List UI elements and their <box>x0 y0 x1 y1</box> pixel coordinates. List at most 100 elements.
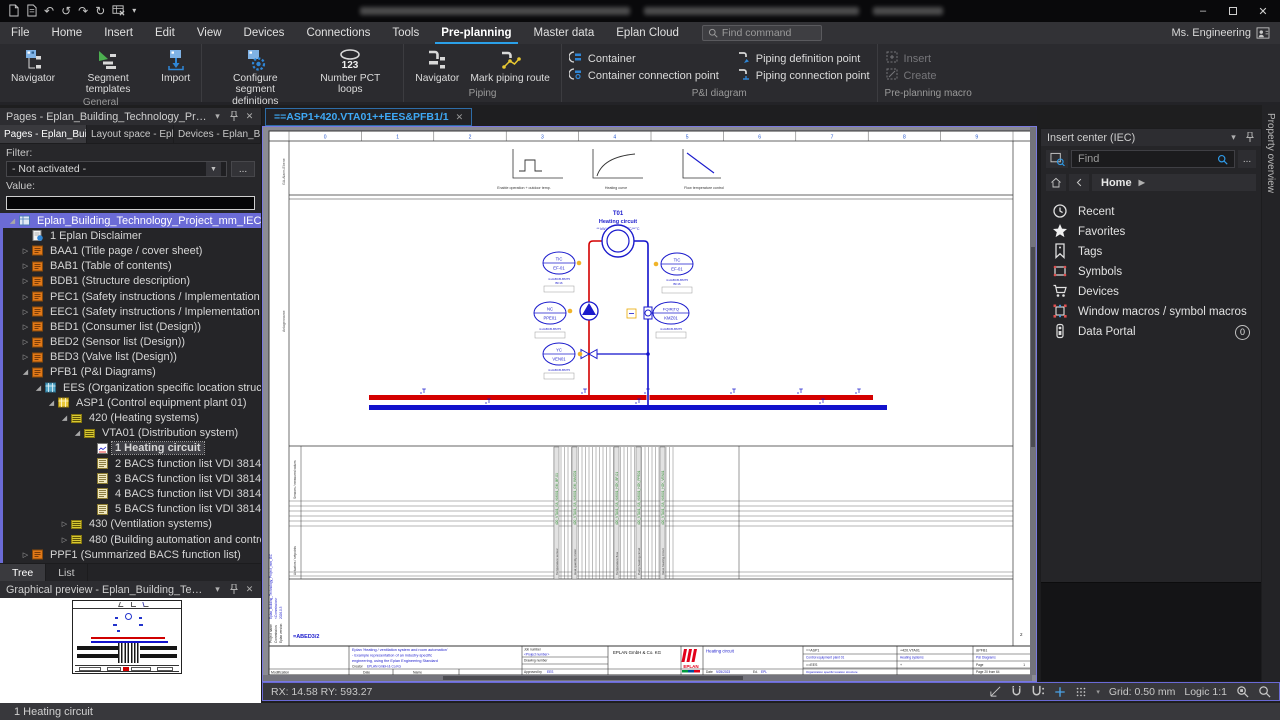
magnet-icon[interactable] <box>1011 685 1022 698</box>
expander-icon[interactable]: ◢ <box>33 384 44 392</box>
configure-segment-definitions-button[interactable]: Configure segment definitions <box>209 46 301 108</box>
grid-size[interactable]: Grid: 0.50 mm <box>1109 686 1176 698</box>
insert-center-find-input[interactable]: Find <box>1071 150 1235 168</box>
tree-item[interactable]: ◢420 (Heating systems) <box>3 410 261 425</box>
snap-icon[interactable] <box>989 685 1002 698</box>
logic-scale[interactable]: Logic 1:1 <box>1184 686 1227 698</box>
expander-icon[interactable]: ▷ <box>20 353 31 361</box>
filter-select[interactable]: - Not activated - ▼ <box>6 161 227 177</box>
tree-item[interactable]: 1 Heating circuit <box>3 441 261 456</box>
insert-center-item-window-macros[interactable]: Window macros / symbol macros <box>1041 302 1261 322</box>
insert-center-item-data-portal[interactable]: Data Portal0 <box>1041 322 1261 342</box>
redo-history-icon[interactable]: ↻ <box>95 5 105 17</box>
expander-icon[interactable]: ▷ <box>20 247 31 255</box>
ribbon-tab-view[interactable]: View <box>186 22 233 44</box>
view-tab-tree[interactable]: Tree <box>0 564 46 581</box>
insert-center-item-recent[interactable]: Recent <box>1041 202 1261 222</box>
graphical-preview[interactable] <box>0 598 261 703</box>
close-button[interactable]: ✕ <box>1248 1 1278 21</box>
tree-item[interactable]: ▷BED1 (Consumer list (Design)) <box>3 319 261 334</box>
piping-navigator-button[interactable]: Navigator <box>411 46 463 85</box>
user-account[interactable]: Ms. Engineering <box>1172 22 1271 44</box>
expander-icon[interactable]: ◢ <box>20 368 31 376</box>
insert-center-item-favorites[interactable]: Favorites <box>1041 222 1261 242</box>
tree-item[interactable]: ▷PPF1 (Summarized BACS function list) <box>3 547 261 562</box>
tree-item[interactable]: ◢ASP1 (Control equipment plant 01) <box>3 395 261 410</box>
ribbon-tab-master-data[interactable]: Master data <box>523 22 606 44</box>
pin-icon[interactable] <box>1244 132 1255 144</box>
minimize-button[interactable]: – <box>1188 1 1218 21</box>
ribbon-tab-insert[interactable]: Insert <box>93 22 144 44</box>
mark-piping-route-button[interactable]: Mark piping route <box>466 46 554 85</box>
close-icon[interactable]: ✕ <box>244 584 255 595</box>
insert-center-item-tags[interactable]: Tags <box>1041 242 1261 262</box>
expander-icon[interactable]: ▷ <box>20 338 31 346</box>
tree-item[interactable]: ▷EEC1 (Safety instructions / Implementat… <box>3 304 261 319</box>
filter-more-button[interactable]: ... <box>231 161 255 177</box>
tree-item[interactable]: ▷PEC1 (Safety instructions / Implementat… <box>3 289 261 304</box>
undo-history-icon[interactable]: ↺ <box>61 5 71 17</box>
insert-center-icon[interactable] <box>1046 150 1068 168</box>
expander-icon[interactable]: ▷ <box>59 520 70 528</box>
property-overview-tab[interactable]: Property overview <box>1265 113 1276 193</box>
piping-connection-point-button[interactable]: Piping connection point <box>737 67 870 84</box>
number-pct-loops-button[interactable]: 123Number PCT loops <box>304 46 396 108</box>
tree-item[interactable]: ▷BED3 (Valve list (Design)) <box>3 350 261 365</box>
object-snap-icon[interactable] <box>1031 685 1045 698</box>
expander-icon[interactable]: ▷ <box>20 551 31 559</box>
panel-menu-icon[interactable]: ▾ <box>212 584 223 595</box>
dock-tab-1[interactable]: Layout space - Eplan... <box>87 125 174 143</box>
expander-icon[interactable]: ▷ <box>59 536 70 544</box>
new-page-icon[interactable] <box>8 4 19 19</box>
ribbon-tab-eplan-cloud[interactable]: Eplan Cloud <box>605 22 690 44</box>
tree-item[interactable]: 4 BACS function list VDI 3814 Part 4.3 <box>3 486 261 501</box>
view-tab-list[interactable]: List <box>46 564 87 581</box>
container-button[interactable]: Container <box>569 50 719 67</box>
insert-center-item-devices[interactable]: Devices <box>1041 282 1261 302</box>
redo-icon[interactable]: ↷ <box>78 5 88 17</box>
find-more-button[interactable]: ... <box>1238 150 1256 168</box>
import-button[interactable]: Import <box>157 46 194 97</box>
expander-icon[interactable]: ▷ <box>20 277 31 285</box>
tree-item[interactable]: 3 BACS function list VDI 3814 Part 4.3 <box>3 471 261 486</box>
panel-menu-icon[interactable]: ▾ <box>1228 132 1239 143</box>
tree-item[interactable]: ▷480 (Building automation and control) <box>3 532 261 547</box>
tree-item[interactable]: ◢VTA01 (Distribution system) <box>3 426 261 441</box>
drawing-canvas[interactable]: 0123456789 GA-Alarm-Ebene Anlagenname En… <box>262 126 1037 682</box>
zoom-icon[interactable] <box>1258 685 1271 698</box>
dock-tab-2[interactable]: Devices - Eplan_Build... <box>174 125 261 143</box>
navigator-button[interactable]: Navigator <box>7 46 59 97</box>
find-command-box[interactable]: Find command <box>702 25 822 41</box>
breadcrumb[interactable]: Home ▶ <box>1092 174 1256 191</box>
insert-center-item-symbols[interactable]: Symbols <box>1041 262 1261 282</box>
expander-icon[interactable]: ▷ <box>20 308 31 316</box>
dock-tab-0[interactable]: Pages - Eplan_Buildin... <box>0 125 87 143</box>
pin-icon[interactable] <box>228 584 239 596</box>
tree-item[interactable]: ▷BED2 (Sensor list (Design)) <box>3 335 261 350</box>
tree-item[interactable]: 1 Eplan Disclaimer <box>3 228 261 243</box>
ribbon-tab-connections[interactable]: Connections <box>295 22 381 44</box>
close-icon[interactable]: ✕ <box>456 112 464 123</box>
crosshair-icon[interactable] <box>1054 686 1066 698</box>
back-icon[interactable] <box>1069 174 1089 191</box>
piping-definition-point-button[interactable]: Piping definition point <box>737 50 870 67</box>
undo-icon[interactable]: ↶ <box>44 5 54 17</box>
ribbon-tab-file[interactable]: File <box>0 22 41 44</box>
ribbon-tab-devices[interactable]: Devices <box>233 22 296 44</box>
tree-item[interactable]: ◢Eplan_Building_Technology_Project_mm_IE… <box>3 213 261 228</box>
horizontal-scrollbar[interactable] <box>263 675 1032 681</box>
home-icon[interactable] <box>1046 174 1066 191</box>
ribbon-tab-tools[interactable]: Tools <box>381 22 430 44</box>
tree-item[interactable]: 5 BACS function list VDI 3814 Part 4.3 <box>3 502 261 517</box>
ribbon-tab-pre-planning[interactable]: Pre-planning <box>430 22 522 44</box>
expander-icon[interactable]: ▷ <box>20 262 31 270</box>
expander-icon[interactable]: ▷ <box>20 293 31 301</box>
panel-menu-icon[interactable]: ▾ <box>212 111 223 122</box>
tree-item[interactable]: 2 BACS function list VDI 3814 Part 4.3 <box>3 456 261 471</box>
expander-icon[interactable]: ◢ <box>7 217 18 225</box>
close-icon[interactable]: ✕ <box>244 111 255 122</box>
ribbon-tab-home[interactable]: Home <box>41 22 94 44</box>
maximize-button[interactable] <box>1218 1 1248 21</box>
tree-item[interactable]: ◢EES (Organization specific location str… <box>3 380 261 395</box>
grid-display-icon[interactable] <box>1075 686 1087 698</box>
